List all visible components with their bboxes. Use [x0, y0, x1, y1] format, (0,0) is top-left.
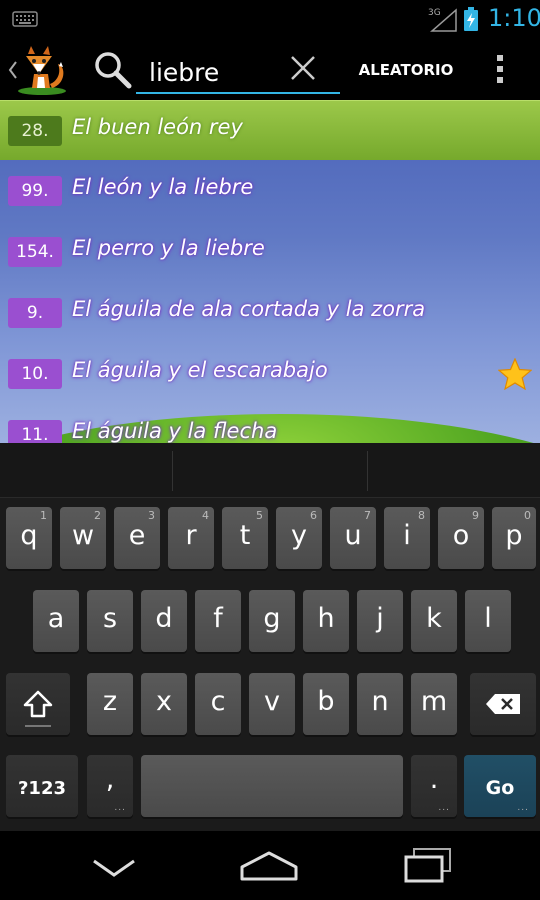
cell-signal-icon: 3G	[428, 8, 457, 32]
key-e[interactable]: 3e	[114, 507, 160, 569]
key-o[interactable]: 9o	[438, 507, 484, 569]
key-a[interactable]: a	[33, 590, 79, 652]
clear-search-icon[interactable]	[289, 54, 317, 82]
list-item[interactable]: 9. El águila de ala cortada y la zorra	[0, 283, 540, 343]
recent-apps-icon[interactable]	[402, 847, 454, 883]
fable-number: 99.	[8, 176, 62, 206]
fable-number: 154.	[8, 237, 62, 267]
key-h[interactable]: h	[303, 590, 349, 652]
clock: 1:10	[488, 4, 540, 32]
key-g[interactable]: g	[249, 590, 295, 652]
fox-logo-up-icon[interactable]	[4, 44, 70, 96]
status-bar: 3G 1:10	[0, 0, 540, 38]
fable-title: El águila de ala cortada y la zorra	[72, 297, 426, 321]
key-v[interactable]: v	[249, 673, 295, 735]
key-b[interactable]: b	[303, 673, 349, 735]
suggestion-strip[interactable]	[0, 443, 540, 498]
list-item[interactable]: 154. El perro y la liebre	[0, 222, 540, 282]
fable-number: 28.	[8, 116, 62, 146]
key-d[interactable]: d	[141, 590, 187, 652]
fable-title: El perro y la liebre	[72, 236, 265, 260]
back-icon[interactable]	[88, 853, 140, 883]
key-l[interactable]: l	[465, 590, 511, 652]
key-n[interactable]: n	[357, 673, 403, 735]
action-bar: ALEATORIO	[0, 38, 540, 100]
fable-title: El águila y el escarabajo	[72, 358, 328, 382]
battery-charging-icon	[464, 7, 478, 31]
results-list: 28. El buen león rey 99. El león y la li…	[0, 100, 540, 443]
backspace-icon	[486, 694, 520, 714]
favorite-star-icon[interactable]	[498, 358, 532, 390]
key-y[interactable]: 6y	[276, 507, 322, 569]
soft-keyboard: 1q 2w 3e 4r 5t 6y 7u 8i 9o 0p a s d f g …	[0, 443, 540, 831]
fable-number: 10.	[8, 359, 62, 389]
suggestion-divider	[367, 451, 368, 491]
key-f[interactable]: f	[195, 590, 241, 652]
shift-icon	[23, 690, 53, 718]
search-icon[interactable]	[93, 50, 133, 90]
comma-key[interactable]: ,...	[87, 755, 133, 817]
list-item[interactable]: 10. El águila y el escarabajo	[0, 344, 540, 404]
key-u[interactable]: 7u	[330, 507, 376, 569]
list-item[interactable]: 28. El buen león rey	[0, 100, 540, 160]
home-icon[interactable]	[238, 849, 300, 883]
svg-text:3G: 3G	[428, 8, 441, 18]
key-j[interactable]: j	[357, 590, 403, 652]
key-t[interactable]: 5t	[222, 507, 268, 569]
period-key[interactable]: ....	[411, 755, 457, 817]
symbols-key[interactable]: ?123	[6, 755, 78, 817]
fable-title: El buen león rey	[72, 115, 243, 139]
shift-key[interactable]	[6, 673, 70, 735]
keyboard-notification-icon	[12, 11, 38, 27]
key-z[interactable]: z	[87, 673, 133, 735]
fable-title: El león y la liebre	[72, 175, 254, 199]
overflow-menu-icon[interactable]	[490, 52, 510, 88]
key-q[interactable]: 1q	[6, 507, 52, 569]
key-p[interactable]: 0p	[492, 507, 536, 569]
key-c[interactable]: c	[195, 673, 241, 735]
key-m[interactable]: m	[411, 673, 457, 735]
key-s[interactable]: s	[87, 590, 133, 652]
fable-title: El águila y la flecha	[72, 419, 278, 443]
suggestion-divider	[172, 451, 173, 491]
system-nav-bar	[0, 831, 540, 900]
delete-key[interactable]	[470, 673, 536, 735]
fable-number: 9.	[8, 298, 62, 328]
list-item[interactable]: 99. El león y la liebre	[0, 161, 540, 221]
key-w[interactable]: 2w	[60, 507, 106, 569]
fable-number: 11.	[8, 420, 62, 443]
key-x[interactable]: x	[141, 673, 187, 735]
spacebar[interactable]	[141, 755, 403, 817]
key-k[interactable]: k	[411, 590, 457, 652]
key-r[interactable]: 4r	[168, 507, 214, 569]
random-button[interactable]: ALEATORIO	[354, 52, 458, 88]
go-key[interactable]: Go...	[464, 755, 536, 817]
key-i[interactable]: 8i	[384, 507, 430, 569]
list-item[interactable]: 11. El águila y la flecha	[0, 405, 540, 443]
